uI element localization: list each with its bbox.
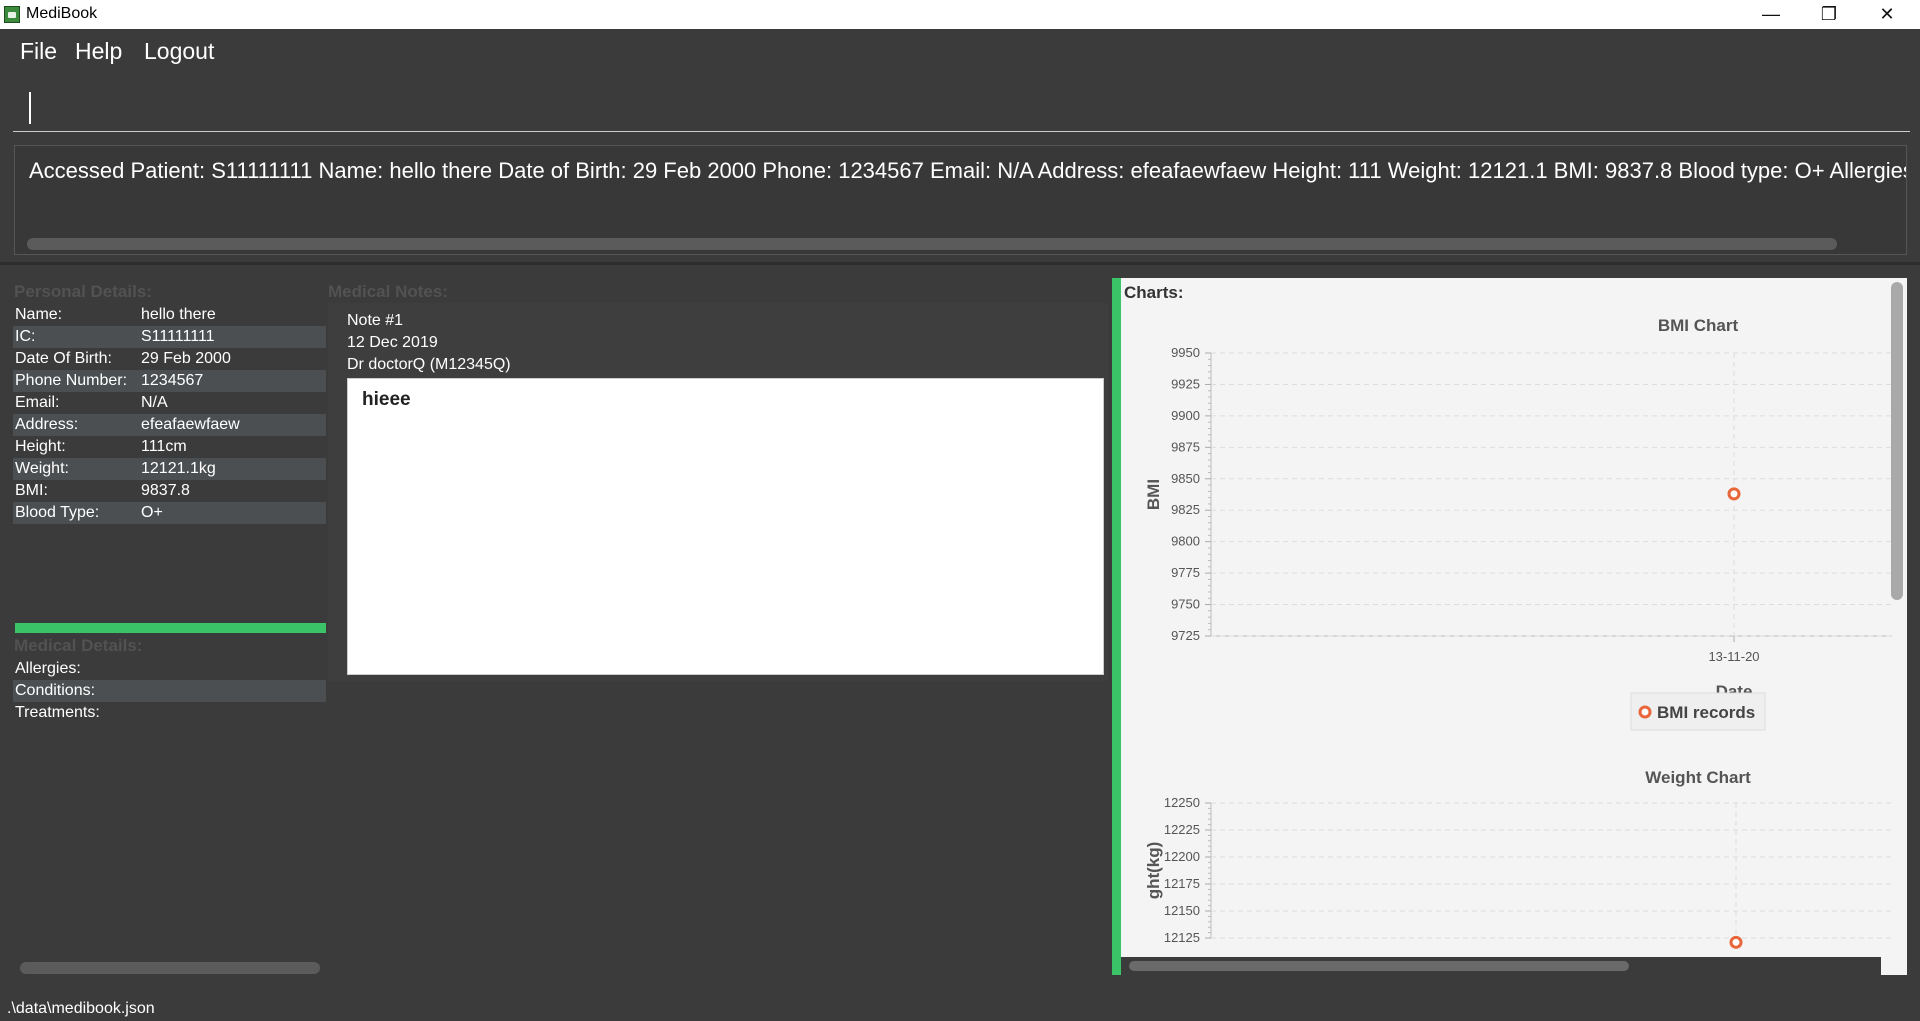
detail-key: BMI: <box>15 482 48 499</box>
data-point <box>1729 935 1743 949</box>
legend-label: BMI records <box>1657 703 1755 722</box>
y-tick-label: 12200 <box>1164 849 1200 864</box>
restore-icon[interactable]: ❐ <box>1800 0 1858 29</box>
y-tick-label: 9825 <box>1171 502 1200 517</box>
detail-key: Date Of Birth: <box>15 350 112 367</box>
note-content: hieee <box>362 389 411 410</box>
chart-title: BMI Chart <box>1658 316 1739 335</box>
detail-value: 1234567 <box>141 372 204 389</box>
panel-divider <box>0 262 1920 265</box>
y-tick-label: 12250 <box>1164 795 1200 810</box>
detail-value: S11111111 <box>141 328 215 345</box>
detail-row: Name: hello there <box>13 304 326 326</box>
result-scrollbar-thumb[interactable] <box>27 238 1837 250</box>
detail-key: Allergies: <box>15 660 81 677</box>
detail-value: hello there <box>141 306 216 323</box>
detail-key: Weight: <box>15 460 69 477</box>
personal-details-title: Personal Details: <box>14 282 152 301</box>
menu-bar: File Help Logout <box>0 29 1920 73</box>
note-date: 12 Dec 2019 <box>347 334 438 351</box>
detail-value: efeafaewfaew <box>141 416 240 433</box>
detail-key: Email: <box>15 394 60 411</box>
y-tick-label: 9925 <box>1171 376 1200 391</box>
status-bar: .\data\medibook.json <box>0 996 1920 1021</box>
detail-row: Phone Number: 1234567 <box>13 370 326 392</box>
y-tick-label: 9725 <box>1171 628 1200 643</box>
detail-row: Weight: 12121.1kg <box>13 458 326 480</box>
legend-marker <box>1638 705 1652 719</box>
x-tick-label: 13-11-20 <box>1708 649 1759 664</box>
detail-key: Blood Type: <box>15 504 100 521</box>
detail-value: 12121.1kg <box>141 460 216 477</box>
detail-key: Name: <box>15 306 63 323</box>
detail-row: Treatments: <box>13 702 326 724</box>
y-tick-label: 9900 <box>1171 408 1200 423</box>
app-icon <box>4 6 20 23</box>
minimize-icon[interactable]: — <box>1742 0 1800 29</box>
y-tick-label: 9750 <box>1171 597 1200 612</box>
text-cursor <box>29 92 31 124</box>
y-tick-label: 12225 <box>1164 822 1200 837</box>
scroll-corner <box>1881 957 1907 975</box>
y-tick-label: 12125 <box>1164 930 1200 945</box>
medical-notes-title: Medical Notes: <box>328 282 448 301</box>
note-content-box[interactable]: hieee <box>347 378 1104 675</box>
detail-value: 29 Feb 2000 <box>141 350 231 367</box>
chart-title: Weight Chart <box>1645 768 1751 787</box>
charts-vertical-scrollbar[interactable] <box>1891 282 1903 600</box>
menu-help[interactable]: Help <box>75 38 122 65</box>
y-axis-label: ght(kg) <box>1144 842 1163 900</box>
y-tick-label: 9950 <box>1171 345 1200 360</box>
charts-horizontal-scrollbar-thumb[interactable] <box>1129 961 1629 971</box>
detail-row: IC: S11111111 <box>13 326 326 348</box>
y-tick-label: 9875 <box>1171 439 1200 454</box>
note-number: Note #1 <box>347 312 404 329</box>
note-doctor: Dr doctorQ (M12345Q) <box>347 356 511 373</box>
detail-value: N/A <box>141 394 168 411</box>
medical-details-title: Medical Details: <box>14 636 143 655</box>
y-tick-label: 9850 <box>1171 471 1200 486</box>
detail-key: Address: <box>15 416 79 433</box>
y-tick-label: 9775 <box>1171 565 1200 580</box>
y-axis-label: BMI <box>1144 479 1163 510</box>
result-scrollbar[interactable] <box>21 238 1900 250</box>
result-text: Accessed Patient: S11111111 Name: hello … <box>29 158 1907 183</box>
command-input[interactable] <box>13 85 1910 132</box>
detail-row: Date Of Birth: 29 Feb 2000 <box>13 348 326 370</box>
detail-row: Email: N/A <box>13 392 326 414</box>
detail-key: Conditions: <box>15 682 96 699</box>
left-scrollbar[interactable] <box>20 962 320 974</box>
charts-panel: Charts: BMI Chart 9725 9750 9775 9800 9825 985… <box>1112 278 1907 975</box>
detail-key: IC: <box>15 328 36 345</box>
detail-row: Address: efeafaewfaew <box>13 414 326 436</box>
detail-key: Treatments: <box>15 704 100 721</box>
detail-value: O+ <box>141 504 163 521</box>
detail-row: Height: 111cm <box>13 436 326 458</box>
data-point <box>1727 487 1741 501</box>
detail-value: 9837.8 <box>141 482 190 499</box>
detail-key: Phone Number: <box>15 372 128 389</box>
detail-key: Height: <box>15 438 66 455</box>
title-bar: MediBook — ❐ ✕ <box>0 0 1920 29</box>
charts-canvas: BMI Chart 9725 9750 9775 9800 9825 9850 9875 990… <box>1144 316 1892 949</box>
close-icon[interactable]: ✕ <box>1858 0 1916 29</box>
result-display[interactable]: Accessed Patient: S11111111 Name: hello … <box>14 145 1907 255</box>
detail-row: Conditions: <box>13 680 326 702</box>
detail-row: BMI: 9837.8 <box>13 480 326 502</box>
section-separator <box>15 623 326 633</box>
menu-file[interactable]: File <box>20 38 57 65</box>
menu-logout[interactable]: Logout <box>144 38 214 65</box>
charts-horizontal-scrollbar[interactable] <box>1121 957 1890 975</box>
window-title: MediBook <box>26 5 98 22</box>
y-tick-label: 12150 <box>1164 903 1200 918</box>
detail-row: Allergies: <box>13 658 326 680</box>
command-area <box>0 73 1920 137</box>
y-tick-label: 9800 <box>1171 534 1200 549</box>
y-tick-label: 12175 <box>1164 876 1200 891</box>
save-location: .\data\medibook.json <box>7 1000 155 1017</box>
detail-value: 111cm <box>141 438 187 455</box>
detail-row: Blood Type: O+ <box>13 502 326 524</box>
